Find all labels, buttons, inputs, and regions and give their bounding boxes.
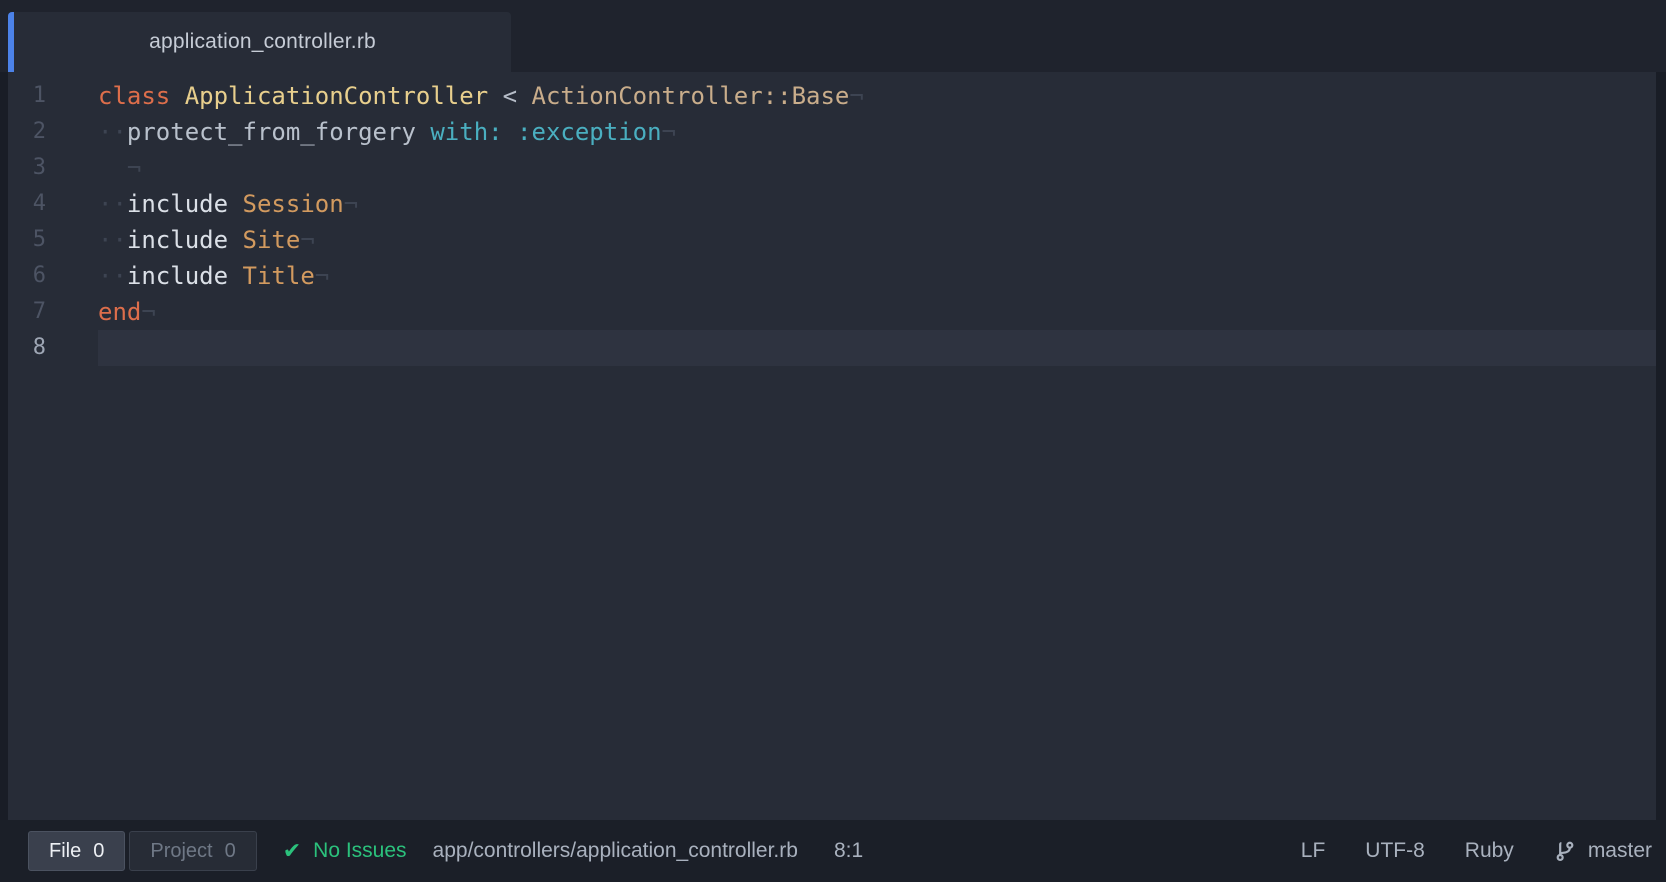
code-editor[interactable]: 1class ApplicationController < ActionCon… [8,72,1656,820]
code-line[interactable]: 6··include Title¬ [8,258,1656,294]
encoding-selector[interactable]: UTF-8 [1365,839,1425,863]
line-ending-selector[interactable]: LF [1301,839,1326,863]
cursor-position[interactable]: 8:1 [834,839,863,863]
check-icon: ✔ [283,838,301,864]
code-line-text: ··include Title¬ [98,258,1656,294]
file-issues-label: File [49,840,81,863]
code-line-text: ··include Site¬ [98,222,1656,258]
code-line-text [98,330,1656,366]
git-branch-icon [1554,839,1576,863]
lint-status[interactable]: ✔ No Issues [283,838,407,864]
tab-bar: application_controller.rb [0,0,1666,72]
code-line-text: class ApplicationController < ActionCont… [98,78,1656,114]
project-issues-button[interactable]: Project 0 [129,831,256,871]
code-line[interactable]: 1class ApplicationController < ActionCon… [8,78,1656,114]
lint-status-label: No Issues [313,839,406,863]
code-line[interactable]: 5··include Site¬ [8,222,1656,258]
line-number: 7 [8,294,98,330]
code-line[interactable]: 4··include Session¬ [8,186,1656,222]
code-lines: 1class ApplicationController < ActionCon… [8,78,1656,366]
line-number: 8 [8,330,98,366]
code-line-text: end¬ [98,294,1656,330]
tab-application-controller[interactable]: application_controller.rb [8,12,511,72]
status-bar-right: LF UTF-8 Ruby master [1301,839,1652,863]
git-branch-status[interactable]: master [1554,839,1652,863]
code-line-text: ··protect_from_forgery with: :exception¬ [98,114,1656,150]
line-number: 1 [8,78,98,114]
code-line[interactable]: 3 ¬ [8,150,1656,186]
code-line-text: ··include Session¬ [98,186,1656,222]
code-line[interactable]: 8 [8,330,1656,366]
line-number: 5 [8,222,98,258]
project-issues-label: Project [150,840,212,863]
file-path: app/controllers/application_controller.r… [433,839,798,863]
code-line[interactable]: 2··protect_from_forgery with: :exception… [8,114,1656,150]
linter-count-buttons: File 0 Project 0 [28,831,257,871]
status-bar: File 0 Project 0 ✔ No Issues app/control… [0,820,1666,882]
line-number: 4 [8,186,98,222]
line-number: 2 [8,114,98,150]
file-issues-count: 0 [93,840,104,863]
status-bar-left: File 0 Project 0 ✔ No Issues app/control… [28,831,1301,871]
code-line-text: ¬ [98,150,1656,186]
file-issues-button[interactable]: File 0 [28,831,125,871]
project-issues-count: 0 [225,840,236,863]
line-number: 6 [8,258,98,294]
code-line[interactable]: 7end¬ [8,294,1656,330]
grammar-selector[interactable]: Ruby [1465,839,1514,863]
line-number: 3 [8,150,98,186]
tab-title: application_controller.rb [149,30,376,54]
git-branch-name: master [1588,839,1652,863]
